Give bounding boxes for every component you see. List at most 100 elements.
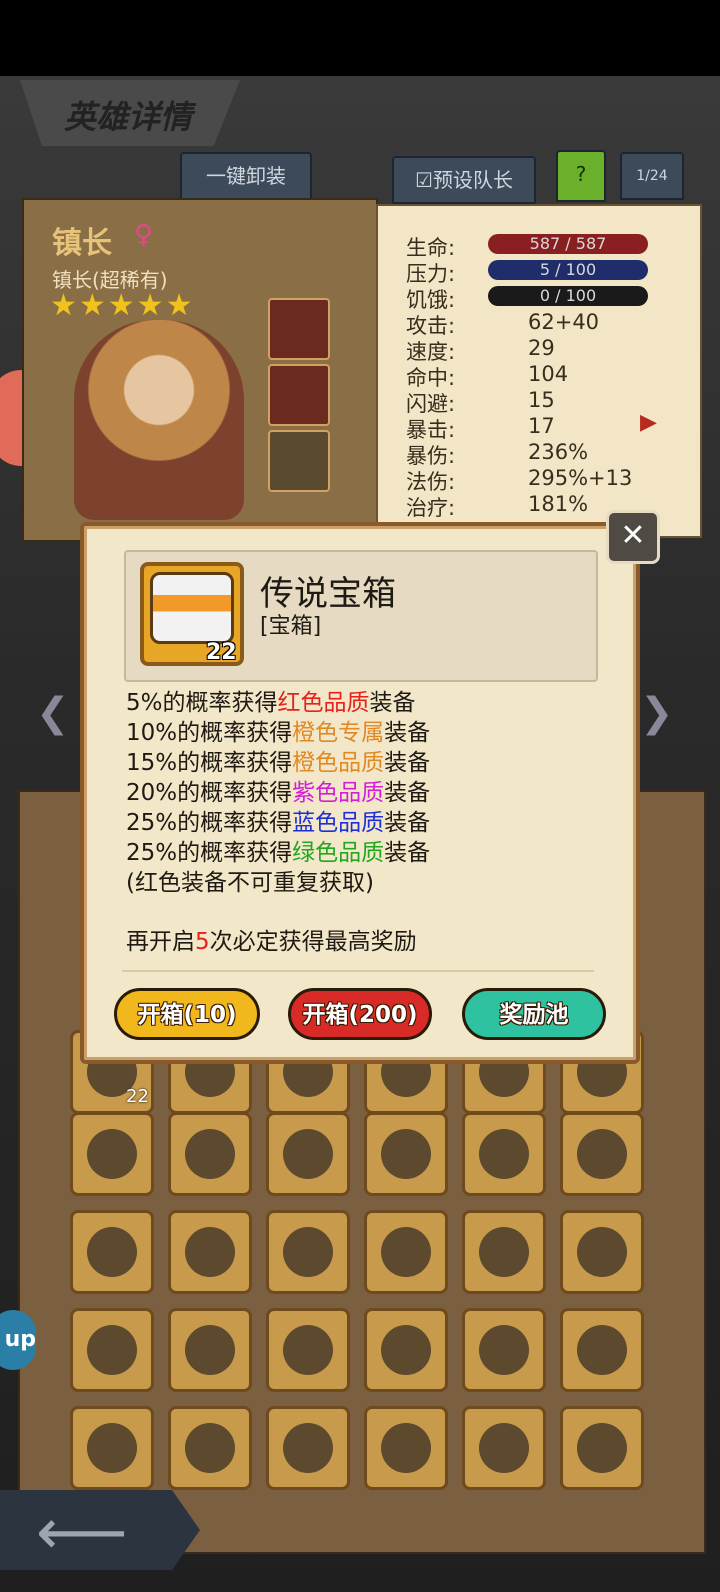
inventory-slot[interactable] [462, 1406, 546, 1490]
equip-slot-weapon[interactable] [268, 298, 330, 360]
equipment-icon [381, 1423, 431, 1473]
equipment-icon [577, 1227, 627, 1277]
equipment-icon [87, 1423, 137, 1473]
hero-portrait [74, 320, 244, 520]
equipment-icon [577, 1129, 627, 1179]
inventory-slot[interactable] [364, 1112, 448, 1196]
stress-bar: 5 / 100 [488, 260, 648, 280]
stat-value: 62+40 [528, 310, 600, 334]
stat-value: 236% [528, 440, 589, 464]
help-button[interactable]: ? [556, 150, 606, 202]
inventory-slot[interactable] [70, 1112, 154, 1196]
inventory-slot[interactable] [168, 1308, 252, 1392]
stat-value: 104 [528, 362, 569, 386]
inventory-slot[interactable] [560, 1308, 644, 1392]
unequip-all-label: 一键卸装 [206, 164, 286, 188]
inventory-slot[interactable] [560, 1112, 644, 1196]
equip-slot-accessory[interactable] [268, 364, 330, 426]
page-indicator-label: 1/24 [636, 168, 668, 184]
equipment-icon [185, 1423, 235, 1473]
pity-count: 5 [195, 929, 210, 955]
inventory-slot[interactable] [266, 1308, 350, 1392]
equipment-icon [381, 1129, 431, 1179]
item-count: 22 [206, 640, 237, 665]
equipment-icon [87, 1129, 137, 1179]
header-title-plate: 英雄详情 [20, 80, 240, 146]
back-arrow-icon: ⟵ [36, 1496, 128, 1570]
stat-value: 29 [528, 336, 555, 360]
odds-line: 10%的概率获得橙色专属装备 [126, 713, 430, 747]
equipment-icon [283, 1129, 333, 1179]
item-type: [宝箱] [260, 614, 322, 639]
stat-value: 295%+13 [528, 466, 633, 490]
reward-pool-label: 奖励池 [499, 1002, 569, 1028]
slot-count: 22 [126, 1086, 149, 1107]
help-icon: ? [575, 162, 587, 186]
preset-leader-label: 预设队长 [432, 168, 513, 192]
equipment-icon [87, 1325, 137, 1375]
open-200-label: 开箱(200) [302, 1002, 418, 1028]
equipment-icon [185, 1227, 235, 1277]
status-bar [0, 0, 720, 76]
equipment-icon [479, 1423, 529, 1473]
expand-stats-arrow-icon[interactable]: ▶ [640, 410, 657, 435]
stat-value: 181% [528, 492, 589, 516]
equipment-icon [185, 1129, 235, 1179]
inventory-slot[interactable] [462, 1112, 546, 1196]
close-button[interactable]: ✕ [606, 510, 660, 564]
inventory-slot[interactable] [560, 1210, 644, 1294]
inventory-slot[interactable] [462, 1308, 546, 1392]
equip-slot-sword[interactable] [268, 430, 330, 492]
star-rating: ★★★★★ [50, 288, 195, 323]
inventory-slot[interactable] [364, 1406, 448, 1490]
inventory-slot[interactable] [168, 1112, 252, 1196]
back-button[interactable]: ⟵ [0, 1490, 200, 1570]
stats-panel: 生命: 587 / 587 压力: 5 / 100 饥饿: 0 / 100 攻击… [376, 204, 702, 538]
unequip-all-button[interactable]: 一键卸装 [180, 152, 312, 200]
inventory-slot[interactable] [462, 1210, 546, 1294]
stat-value: 15 [528, 388, 555, 412]
equipment-icon [577, 1423, 627, 1473]
pity-prefix: 再开启 [126, 929, 195, 955]
inventory-slot[interactable] [364, 1210, 448, 1294]
side-helper-bubble[interactable]: up [0, 1310, 36, 1370]
odds-line: 25%的概率获得绿色品质装备 [126, 833, 430, 867]
female-icon: ♀ [134, 220, 154, 250]
inventory-slot[interactable] [70, 1210, 154, 1294]
legendary-chest-icon [150, 572, 234, 644]
equipment-icon [479, 1227, 529, 1277]
preset-leader-toggle[interactable]: ☑预设队长 [392, 156, 536, 204]
inventory-slot[interactable] [168, 1406, 252, 1490]
next-hero-arrow-icon[interactable]: ❯ [640, 690, 684, 750]
equipment-icon [479, 1325, 529, 1375]
inventory-slot[interactable] [266, 1112, 350, 1196]
page-title: 英雄详情 [64, 98, 193, 136]
stat-value: 17 [528, 414, 555, 438]
odds-note: (红色装备不可重复获取) [126, 870, 374, 896]
reward-pool-button[interactable]: 奖励池 [462, 988, 606, 1040]
equipment-icon [185, 1325, 235, 1375]
inventory-slot[interactable] [266, 1406, 350, 1490]
inventory-slot[interactable] [560, 1406, 644, 1490]
checkbox-icon: ☑ [415, 168, 433, 192]
inventory-slot[interactable] [70, 1406, 154, 1490]
inventory-slot[interactable] [70, 1308, 154, 1392]
equipment-icon [87, 1227, 137, 1277]
divider [122, 970, 594, 972]
inventory-slot[interactable] [364, 1308, 448, 1392]
equipment-icon [283, 1423, 333, 1473]
close-icon: ✕ [620, 518, 646, 553]
inventory-slot[interactable] [168, 1210, 252, 1294]
pity-suffix: 次必定获得最高奖励 [209, 929, 417, 955]
inventory-slot[interactable] [266, 1210, 350, 1294]
hp-bar: 587 / 587 [488, 234, 648, 254]
equipment-icon [283, 1227, 333, 1277]
equipment-icon [381, 1325, 431, 1375]
odds-suffix: 装备 [384, 840, 431, 866]
open-200-button[interactable]: 开箱(200) [288, 988, 432, 1040]
odds-line: 5%的概率获得红色品质装备 [126, 683, 416, 717]
hero-name: 镇长 [52, 226, 112, 261]
prev-hero-arrow-icon[interactable]: ❮ [36, 690, 80, 750]
equipment-icon [577, 1325, 627, 1375]
open-10-button[interactable]: 开箱(10) [114, 988, 260, 1040]
